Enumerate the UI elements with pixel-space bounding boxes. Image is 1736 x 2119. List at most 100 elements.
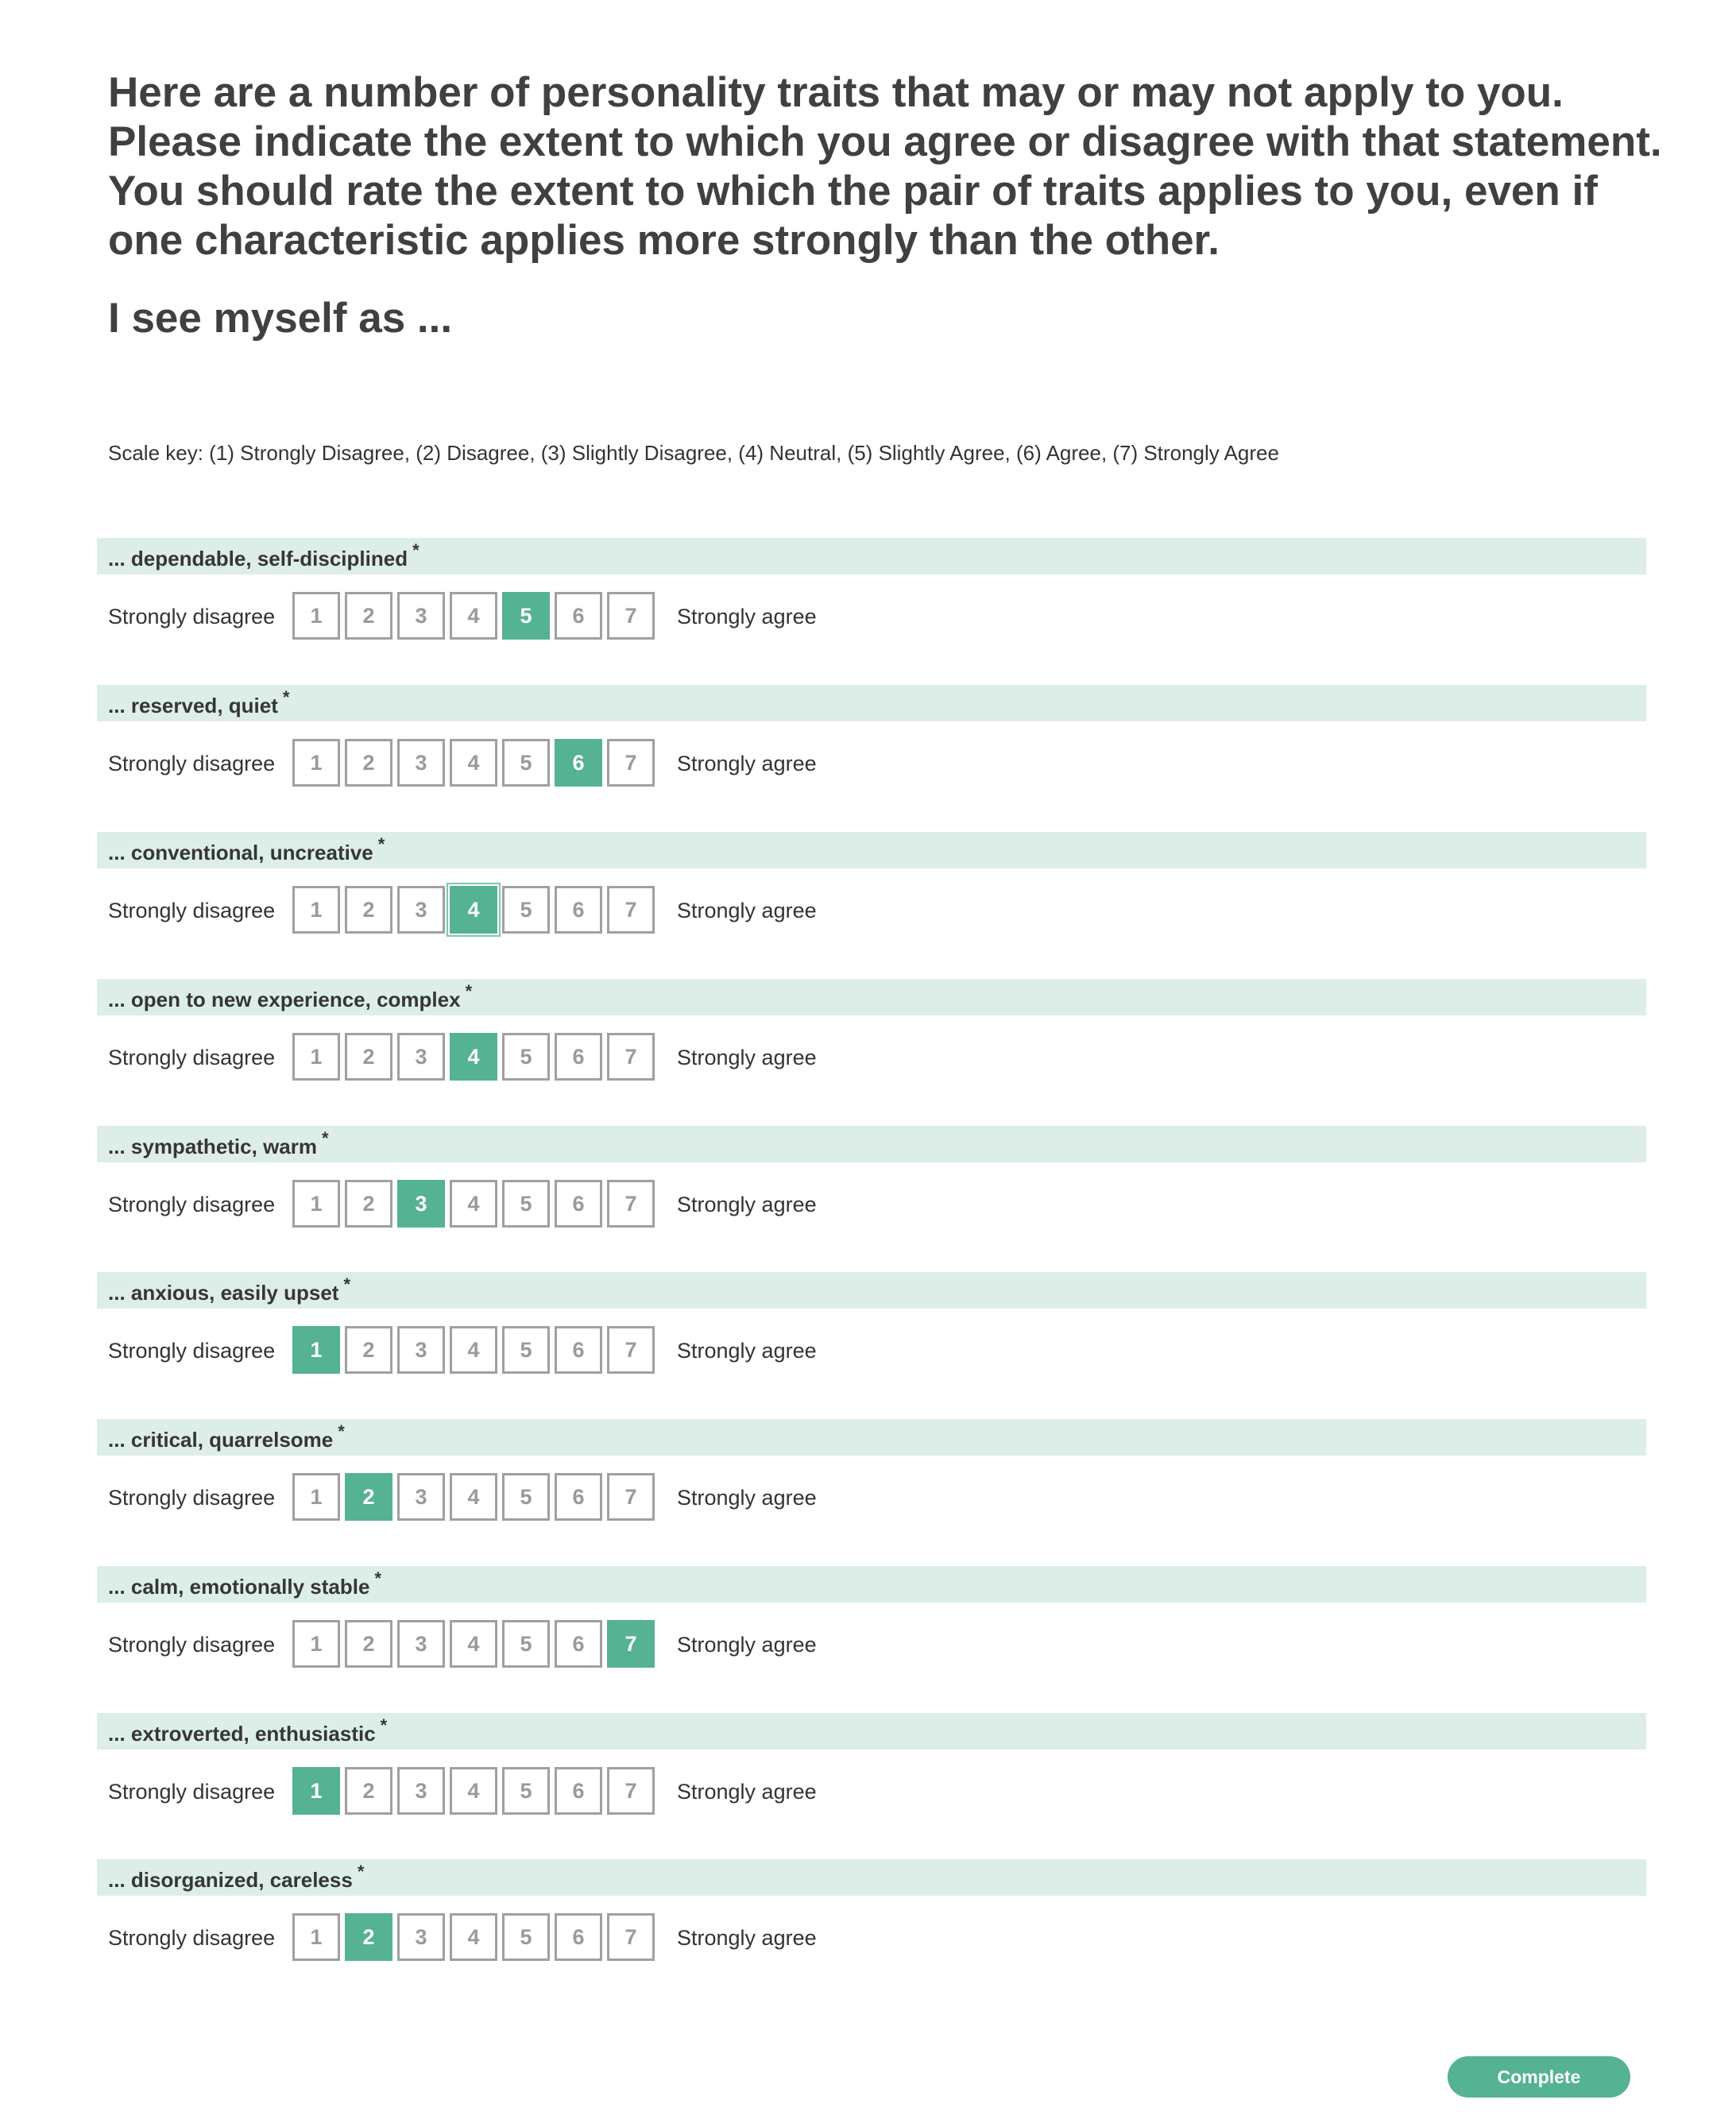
rating-option-1[interactable]: 1 [292,1033,340,1081]
rating-option-1[interactable]: 1 [292,1620,340,1668]
scale-anchor-right: Strongly agree [677,605,817,628]
rating-option-7[interactable]: 7 [607,739,655,787]
rating-option-7[interactable]: 7 [607,1033,655,1081]
rating-option-5[interactable]: 5 [502,592,550,640]
rating-option-5[interactable]: 5 [502,1180,550,1228]
rating-option-3[interactable]: 3 [397,1620,445,1668]
rating-option-4[interactable]: 4 [450,1180,497,1228]
rating-options: 1234567 [292,886,658,934]
rating-option-1[interactable]: 1 [292,1180,340,1228]
question-header: ... calm, emotionally stable * [97,1566,1646,1603]
rating-option-2[interactable]: 2 [345,886,392,934]
rating-option-3[interactable]: 3 [397,1913,445,1961]
rating-option-7[interactable]: 7 [607,1767,655,1815]
rating-option-5[interactable]: 5 [502,1767,550,1815]
rating-option-1[interactable]: 1 [292,739,340,787]
rating-option-1[interactable]: 1 [292,1913,340,1961]
rating-option-6[interactable]: 6 [555,1473,602,1521]
rating-option-3[interactable]: 3 [397,592,445,640]
scale-anchor-left: Strongly disagree [108,1486,276,1510]
rating-option-2[interactable]: 2 [345,1913,392,1961]
rating-option-4[interactable]: 4 [450,1913,497,1961]
rating-option-6[interactable]: 6 [555,886,602,934]
rating-option-1[interactable]: 1 [292,1473,340,1521]
question-header: ... conventional, uncreative * [97,832,1646,868]
question-label: ... calm, emotionally stable * [108,1568,381,1602]
question-3: ... conventional, uncreative * Strongly di… [97,832,1646,951]
rating-option-3[interactable]: 3 [397,1033,445,1081]
scale-anchor-right: Strongly agree [677,1339,817,1363]
rating-option-6[interactable]: 6 [555,739,602,787]
rating-option-3[interactable]: 3 [397,886,445,934]
question-label-text: ... dependable, self-disciplined [108,547,408,570]
rating-option-7[interactable]: 7 [607,1620,655,1668]
rating-options: 1234567 [292,1473,658,1521]
rating-option-4[interactable]: 4 [450,1620,497,1668]
rating-option-6[interactable]: 6 [555,1180,602,1228]
rating-option-1[interactable]: 1 [292,1767,340,1815]
rating-row: Strongly disagree 1 2 3 4 5 6 7 Strongly agree [97,1326,1646,1374]
rating-option-4[interactable]: 4 [450,1473,497,1521]
rating-options: 1234567 [292,1767,658,1815]
rating-option-2[interactable]: 2 [345,592,392,640]
rating-option-5[interactable]: 5 [502,739,550,787]
rating-option-2[interactable]: 2 [345,1620,392,1668]
rating-option-3[interactable]: 3 [397,1473,445,1521]
question-8: ... calm, emotionally stable * Strongly di… [97,1566,1646,1685]
rating-option-2[interactable]: 2 [345,1033,392,1081]
required-asterisk: * [338,1421,345,1441]
required-asterisk: * [380,1715,388,1735]
scale-anchor-left: Strongly disagree [108,1046,276,1069]
rating-option-5[interactable]: 5 [502,1326,550,1374]
rating-option-7[interactable]: 7 [607,1180,655,1228]
scale-anchor-right: Strongly agree [677,1193,817,1216]
rating-option-4[interactable]: 4 [450,592,497,640]
rating-option-3[interactable]: 3 [397,1767,445,1815]
rating-option-6[interactable]: 6 [555,1913,602,1961]
scale-anchor-right: Strongly agree [677,899,817,922]
scale-anchor-left: Strongly disagree [108,1633,276,1657]
rating-option-6[interactable]: 6 [555,1767,602,1815]
rating-option-7[interactable]: 7 [607,1326,655,1374]
rating-option-3[interactable]: 3 [397,1180,445,1228]
rating-row: Strongly disagree 1 2 3 4 5 6 7 Strongly agree [97,886,1646,934]
rating-option-6[interactable]: 6 [555,1326,602,1374]
rating-option-5[interactable]: 5 [502,1033,550,1081]
rating-option-2[interactable]: 2 [345,739,392,787]
question-label-text: ... anxious, easily upset [108,1281,339,1305]
rating-option-3[interactable]: 3 [397,739,445,787]
rating-option-7[interactable]: 7 [607,886,655,934]
rating-option-5[interactable]: 5 [502,1620,550,1668]
rating-option-1[interactable]: 1 [292,886,340,934]
rating-option-4[interactable]: 4 [450,1033,497,1081]
scale-anchor-right: Strongly agree [677,1046,817,1069]
rating-option-1[interactable]: 1 [292,1326,340,1374]
rating-option-5[interactable]: 5 [502,1473,550,1521]
rating-option-4[interactable]: 4 [450,1767,497,1815]
complete-button[interactable]: Complete [1448,2056,1630,2098]
question-9: ... extroverted, enthusiastic * Strongly d… [97,1713,1646,1832]
required-asterisk: * [343,1274,351,1294]
rating-option-4[interactable]: 4 [450,1326,497,1374]
rating-row: Strongly disagree 1 2 3 4 5 6 7 Strongly agree [97,1033,1646,1081]
rating-option-2[interactable]: 2 [345,1180,392,1228]
scale-anchor-right: Strongly agree [677,1633,817,1657]
rating-option-2[interactable]: 2 [345,1326,392,1374]
rating-row: Strongly disagree 1 2 3 4 5 6 7 Strongly agree [97,1620,1646,1668]
rating-option-7[interactable]: 7 [607,1913,655,1961]
rating-option-5[interactable]: 5 [502,886,550,934]
rating-option-2[interactable]: 2 [345,1473,392,1521]
rating-option-7[interactable]: 7 [607,1473,655,1521]
rating-option-5[interactable]: 5 [502,1913,550,1961]
rating-option-4[interactable]: 4 [450,886,497,934]
rating-option-2[interactable]: 2 [345,1767,392,1815]
rating-option-6[interactable]: 6 [555,592,602,640]
rating-option-4[interactable]: 4 [450,739,497,787]
rating-option-1[interactable]: 1 [292,592,340,640]
rating-option-3[interactable]: 3 [397,1326,445,1374]
question-header: ... anxious, easily upset * [97,1272,1646,1309]
rating-option-7[interactable]: 7 [607,592,655,640]
rating-option-6[interactable]: 6 [555,1033,602,1081]
question-label: ... extroverted, enthusiastic * [108,1715,387,1749]
rating-option-6[interactable]: 6 [555,1620,602,1668]
